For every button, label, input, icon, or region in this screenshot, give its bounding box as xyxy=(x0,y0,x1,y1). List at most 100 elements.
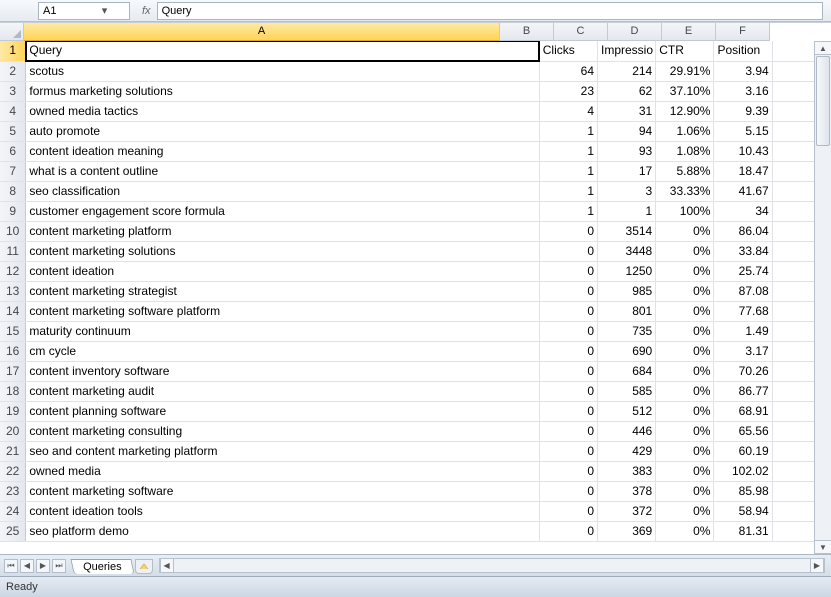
scroll-down-button[interactable]: ▼ xyxy=(815,540,831,554)
tab-nav-first[interactable]: ⏮ xyxy=(4,559,18,573)
row-header[interactable]: 21 xyxy=(0,441,26,461)
row-header[interactable]: 11 xyxy=(0,241,26,261)
cell[interactable]: 735 xyxy=(598,321,656,341)
cell[interactable]: 0 xyxy=(539,281,597,301)
cell[interactable]: 0% xyxy=(656,481,714,501)
cell[interactable]: 214 xyxy=(598,61,656,81)
scroll-thumb-vertical[interactable] xyxy=(816,56,830,146)
cell[interactable]: Query xyxy=(26,41,539,61)
row-header[interactable]: 24 xyxy=(0,501,26,521)
tab-nav-next[interactable]: ▶ xyxy=(36,559,50,573)
row-header[interactable]: 14 xyxy=(0,301,26,321)
row-header[interactable]: 20 xyxy=(0,421,26,441)
cell[interactable]: 1 xyxy=(539,141,597,161)
column-header-F[interactable]: F xyxy=(716,23,770,41)
row-header[interactable]: 1 xyxy=(0,41,26,61)
cell[interactable]: 9.39 xyxy=(714,101,772,121)
cell[interactable]: 60.19 xyxy=(714,441,772,461)
cell[interactable]: 0% xyxy=(656,381,714,401)
cell[interactable]: 93 xyxy=(598,141,656,161)
cell[interactable]: 68.91 xyxy=(714,401,772,421)
cell[interactable]: 0 xyxy=(539,261,597,281)
cell[interactable]: 1 xyxy=(598,201,656,221)
cell[interactable]: 62 xyxy=(598,81,656,101)
cell[interactable]: 0 xyxy=(539,441,597,461)
column-header-A[interactable]: A xyxy=(24,23,500,41)
cell[interactable]: 33.84 xyxy=(714,241,772,261)
cell[interactable]: Impressio xyxy=(598,41,656,61)
cell[interactable]: 10.43 xyxy=(714,141,772,161)
cell[interactable]: 0% xyxy=(656,301,714,321)
scroll-up-button[interactable]: ▲ xyxy=(815,41,831,55)
cell[interactable]: 429 xyxy=(598,441,656,461)
new-sheet-button[interactable] xyxy=(135,559,153,574)
cell[interactable]: 23 xyxy=(539,81,597,101)
cell[interactable]: 0% xyxy=(656,321,714,341)
cell[interactable]: customer engagement score formula xyxy=(26,201,539,221)
cell[interactable]: 372 xyxy=(598,501,656,521)
cell[interactable]: 102.02 xyxy=(714,461,772,481)
tab-nav-prev[interactable]: ◀ xyxy=(20,559,34,573)
cell[interactable]: 4 xyxy=(539,101,597,121)
cell[interactable]: content marketing audit xyxy=(26,381,539,401)
cell[interactable]: 3.16 xyxy=(714,81,772,101)
row-header[interactable]: 16 xyxy=(0,341,26,361)
cell[interactable]: 0% xyxy=(656,361,714,381)
cell[interactable]: 5.15 xyxy=(714,121,772,141)
cell[interactable]: content marketing consulting xyxy=(26,421,539,441)
cell[interactable]: 17 xyxy=(598,161,656,181)
row-header[interactable]: 22 xyxy=(0,461,26,481)
fx-icon[interactable]: fx xyxy=(142,5,151,17)
cell[interactable]: 70.26 xyxy=(714,361,772,381)
cell[interactable]: 94 xyxy=(598,121,656,141)
sheet-tab-queries[interactable]: Queries xyxy=(70,559,134,574)
cell[interactable]: 0% xyxy=(656,501,714,521)
cell[interactable]: 0% xyxy=(656,441,714,461)
cell[interactable]: 34 xyxy=(714,201,772,221)
row-header[interactable]: 18 xyxy=(0,381,26,401)
cell[interactable]: Position xyxy=(714,41,772,61)
row-header[interactable]: 19 xyxy=(0,401,26,421)
cell[interactable]: 65.56 xyxy=(714,421,772,441)
cell[interactable]: 64 xyxy=(539,61,597,81)
cell[interactable]: content marketing solutions xyxy=(26,241,539,261)
cell[interactable]: 5.88% xyxy=(656,161,714,181)
cell[interactable]: 369 xyxy=(598,521,656,541)
name-box-dropdown-icon[interactable]: ▾ xyxy=(84,4,125,17)
cell[interactable]: 0% xyxy=(656,421,714,441)
row-header[interactable]: 25 xyxy=(0,521,26,541)
cell[interactable]: 3.17 xyxy=(714,341,772,361)
cell[interactable]: 0 xyxy=(539,381,597,401)
cell[interactable]: what is a content outline xyxy=(26,161,539,181)
cell[interactable]: content marketing platform xyxy=(26,221,539,241)
cell[interactable]: 0 xyxy=(539,481,597,501)
cell[interactable]: 378 xyxy=(598,481,656,501)
cell[interactable]: seo and content marketing platform xyxy=(26,441,539,461)
cell[interactable]: seo platform demo xyxy=(26,521,539,541)
column-header-C[interactable]: C xyxy=(554,23,608,41)
row-header[interactable]: 7 xyxy=(0,161,26,181)
column-header-E[interactable]: E xyxy=(662,23,716,41)
select-all-corner[interactable] xyxy=(0,23,24,41)
row-header[interactable]: 2 xyxy=(0,61,26,81)
cell[interactable]: 18.47 xyxy=(714,161,772,181)
cell[interactable]: 512 xyxy=(598,401,656,421)
cell[interactable]: owned media xyxy=(26,461,539,481)
cell[interactable]: cm cycle xyxy=(26,341,539,361)
cell[interactable]: 85.98 xyxy=(714,481,772,501)
cell[interactable]: 3.94 xyxy=(714,61,772,81)
cell[interactable]: 1.08% xyxy=(656,141,714,161)
cell[interactable]: 1250 xyxy=(598,261,656,281)
cell[interactable]: 87.08 xyxy=(714,281,772,301)
cell[interactable]: 684 xyxy=(598,361,656,381)
cell[interactable]: 0% xyxy=(656,521,714,541)
row-header[interactable]: 6 xyxy=(0,141,26,161)
cell[interactable]: 1.49 xyxy=(714,321,772,341)
cell[interactable]: 100% xyxy=(656,201,714,221)
cell[interactable]: 0% xyxy=(656,461,714,481)
tab-nav-last[interactable]: ⏭ xyxy=(52,559,66,573)
cell[interactable]: scotus xyxy=(26,61,539,81)
cell[interactable]: owned media tactics xyxy=(26,101,539,121)
cell[interactable]: 0 xyxy=(539,241,597,261)
row-header[interactable]: 10 xyxy=(0,221,26,241)
